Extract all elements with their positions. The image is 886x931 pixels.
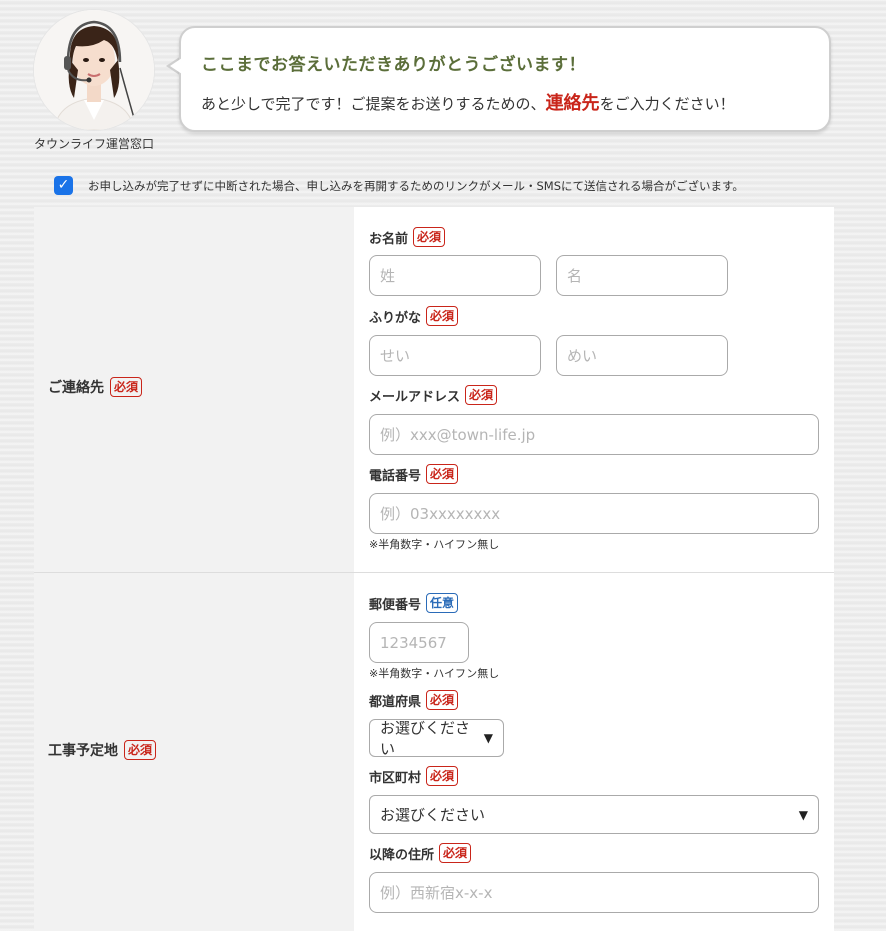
subtitle-text-before: あと少しで完了です！ご提案をお送りするための、	[201, 95, 546, 113]
first-name-input[interactable]	[556, 255, 728, 296]
city-select[interactable]: お選びください ▼	[369, 795, 819, 834]
dropdown-arrow-icon: ▼	[483, 731, 493, 745]
phone-input[interactable]	[369, 493, 819, 534]
zip-label: 郵便番号 任意	[369, 593, 459, 613]
speech-bubble: ここまでお答えいただきありがとうございます！ あと少しで完了です！ご提案をお送り…	[179, 26, 831, 132]
pref-label: 都道府県 必須	[369, 690, 459, 710]
section-contact-title: ご連絡先	[48, 380, 104, 396]
required-badge: 必須	[110, 377, 143, 397]
city-label: 市区町村 必須	[369, 766, 459, 786]
last-name-input[interactable]	[369, 255, 541, 296]
section-contact: ご連絡先 必須 お名前 必須 ふりがな 必須 メールアドレス 必須	[34, 207, 834, 572]
dropdown-arrow-icon: ▼	[798, 807, 808, 822]
required-badge: 必須	[465, 385, 498, 405]
email-input[interactable]	[369, 414, 819, 455]
zip-note: ※半角数字・ハイフン無し	[369, 667, 500, 680]
name-label-text: お名前	[369, 231, 409, 247]
operator-avatar	[34, 10, 154, 130]
section-site-fields: 郵便番号 任意 ※半角数字・ハイフン無し 都道府県 必須 お選びください ▼ 市…	[354, 573, 834, 931]
consent-row: ✓ お申し込みが完了せずに中断された場合、申し込みを再開するためのリンクがメール…	[54, 176, 854, 196]
phone-note: ※半角数字・ハイフン無し	[369, 538, 500, 551]
kana-label: ふりがな 必須	[369, 306, 459, 326]
prefecture-select-value: お選びください	[380, 719, 471, 758]
required-badge: 必須	[426, 690, 459, 710]
address-input[interactable]	[369, 872, 819, 913]
required-badge: 必須	[426, 306, 459, 326]
consent-text: お申し込みが完了せずに中断された場合、申し込みを再開するためのリンクがメール・S…	[88, 179, 744, 193]
required-badge: 必須	[426, 464, 459, 484]
phone-label: 電話番号 必須	[369, 464, 459, 484]
required-badge: 必須	[439, 843, 472, 863]
address-label-text: 以降の住所	[369, 847, 435, 863]
section-site: 工事予定地 必須 郵便番号 任意 ※半角数字・ハイフン無し 都道府県 必須 お選…	[34, 573, 834, 931]
zip-input[interactable]	[369, 622, 469, 663]
email-label: メールアドレス 必須	[369, 385, 498, 405]
email-label-text: メールアドレス	[369, 389, 461, 405]
required-badge: 必須	[413, 227, 446, 247]
operator-avatar-icon	[34, 10, 154, 130]
section-contact-label-col: ご連絡先 必須	[34, 207, 354, 572]
city-label-text: 市区町村	[369, 770, 422, 786]
section-site-label: 工事予定地 必須	[48, 740, 157, 760]
phone-label-text: 電話番号	[369, 468, 422, 484]
bubble-subtitle: あと少しで完了です！ご提案をお送りするための、連絡先をご入力ください！	[201, 89, 735, 115]
required-badge: 必須	[426, 766, 459, 786]
optional-badge: 任意	[426, 593, 459, 613]
name-label: お名前 必須	[369, 227, 446, 247]
bubble-tail-inner	[170, 58, 182, 74]
section-site-title: 工事予定地	[48, 743, 118, 759]
consent-checkbox[interactable]: ✓	[54, 176, 73, 195]
contact-form: ご連絡先 必須 お名前 必須 ふりがな 必須 メールアドレス 必須	[34, 207, 834, 931]
address-label: 以降の住所 必須	[369, 843, 472, 863]
subtitle-text-after: をご入力ください！	[599, 95, 735, 113]
pref-label-text: 都道府県	[369, 694, 422, 710]
section-contact-label: ご連絡先 必須	[48, 377, 143, 397]
section-site-label-col: 工事予定地 必須	[34, 573, 354, 931]
last-kana-input[interactable]	[369, 335, 541, 376]
first-kana-input[interactable]	[556, 335, 728, 376]
city-select-value: お選びください	[380, 806, 486, 824]
subtitle-highlight: 連絡先	[545, 93, 600, 114]
kana-label-text: ふりがな	[369, 310, 422, 326]
operator-caption: タウンライフ運営窓口	[33, 137, 154, 151]
zip-label-text: 郵便番号	[369, 597, 422, 613]
prefecture-select[interactable]: お選びください ▼	[369, 719, 504, 758]
header: タウンライフ運営窓口 ここまでお答えいただきありがとうございます！ あと少しで完…	[0, 0, 886, 160]
bubble-title: ここまでお答えいただきありがとうございます！	[201, 55, 586, 75]
section-contact-fields: お名前 必須 ふりがな 必須 メールアドレス 必須 電話番号 必須 ※半角数字・…	[354, 207, 834, 572]
required-badge: 必須	[124, 740, 157, 760]
